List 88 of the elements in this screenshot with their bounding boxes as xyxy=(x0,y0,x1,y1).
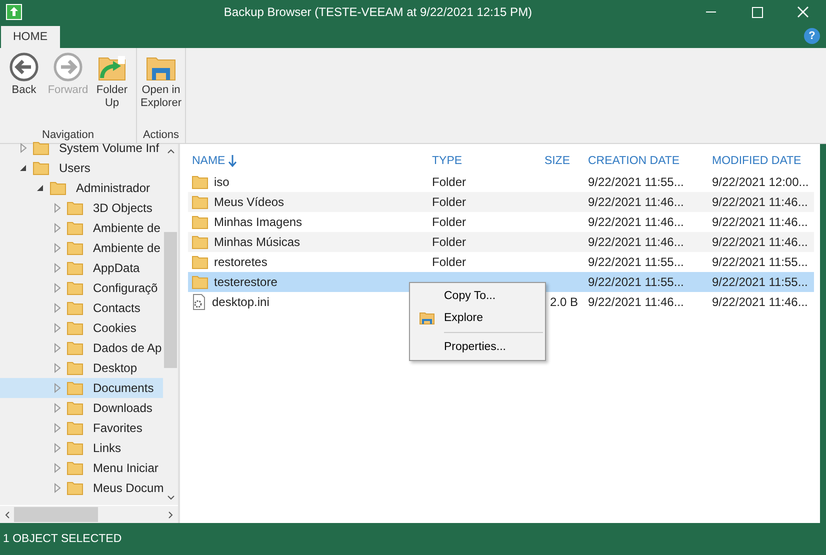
window-title: Backup Browser (TESTE-VEEAM at 9/22/2021 12:15 PM) xyxy=(222,5,534,19)
name-cell: restoretes xyxy=(188,252,428,272)
folder-icon xyxy=(67,201,83,215)
folder-icon xyxy=(67,381,83,395)
tree-item[interactable]: 3D Objects xyxy=(0,198,163,218)
type-cell-text: Folder xyxy=(431,194,468,211)
type-cell-text: Folder xyxy=(431,234,468,251)
date-cell-text: 9/22/2021 11:46... xyxy=(587,234,685,251)
tree-item[interactable]: Downloads xyxy=(0,398,163,418)
folder-icon xyxy=(67,481,83,495)
group-label: Actions xyxy=(142,129,180,143)
tree-item[interactable]: AppData xyxy=(0,258,163,278)
status-text: 1 OBJECT SELECTED xyxy=(2,532,123,547)
folder-icon xyxy=(67,241,83,255)
type-cell-text: Folder xyxy=(431,174,468,191)
folder-icon xyxy=(192,215,208,229)
folder-icon xyxy=(67,301,83,315)
date-cell-text: 9/22/2021 11:46... xyxy=(587,214,685,231)
column-header[interactable]: MODIFIED DATE xyxy=(708,150,814,172)
folder-icon xyxy=(67,401,83,415)
folder-icon xyxy=(67,341,83,355)
tree-item[interactable]: Users xyxy=(0,158,163,178)
column-header[interactable]: NAME xyxy=(188,150,428,172)
folder-icon xyxy=(192,195,208,209)
settings-file-icon xyxy=(192,294,206,310)
name-cell: iso xyxy=(188,172,428,192)
folder-icon xyxy=(67,421,83,435)
table-row[interactable]: Meus Vídeos Folder 9/22/2021 11:46... 9/22/2021 11:46... xyxy=(188,192,814,212)
tree-item[interactable]: Ambiente de xyxy=(0,238,163,258)
menu-item[interactable]: Explore xyxy=(410,307,545,329)
folder-icon xyxy=(67,261,83,275)
tree-item[interactable]: Menu Iniciar xyxy=(0,458,163,478)
date-cell-text: 9/22/2021 11:46... xyxy=(711,294,809,311)
folder-icon xyxy=(192,255,208,269)
date-cell-text: 9/22/2021 11:55... xyxy=(711,274,809,291)
folder-icon xyxy=(67,281,83,295)
folder-icon xyxy=(67,461,83,475)
column-header[interactable]: SIZE xyxy=(524,150,584,172)
tree-item[interactable]: Administrador xyxy=(0,178,163,198)
back-button[interactable]: Back xyxy=(3,52,45,129)
size-cell-text: 2.0 B xyxy=(548,294,579,311)
date-cell-text: 9/22/2021 12:00... xyxy=(711,174,810,191)
folder-icon xyxy=(192,235,208,249)
menu-item[interactable]: Copy To... xyxy=(410,285,545,307)
date-cell-text: 9/22/2021 11:55... xyxy=(587,274,685,291)
column-header[interactable]: TYPE xyxy=(428,150,524,172)
folder-icon xyxy=(33,141,49,155)
date-cell-text: 9/22/2021 11:55... xyxy=(711,254,809,271)
folder-icon xyxy=(67,221,83,235)
column-header[interactable]: CREATION DATE xyxy=(584,150,708,172)
tree-item[interactable]: Meus Docum xyxy=(0,478,163,498)
type-cell-text: Folder xyxy=(431,214,468,231)
date-cell-text: 9/22/2021 11:46... xyxy=(587,194,685,211)
group-label: Navigation xyxy=(41,129,95,143)
ribbon-tab[interactable]: HOME xyxy=(1,26,60,48)
type-cell-text: Folder xyxy=(431,254,468,271)
date-cell-text: 9/22/2021 11:46... xyxy=(711,214,809,231)
horizontal-scrollbar[interactable] xyxy=(0,505,178,523)
name-cell: Minhas Imagens xyxy=(188,212,428,232)
tree-item[interactable]: Cookies xyxy=(0,318,163,338)
tree-item[interactable]: Favorites xyxy=(0,418,163,438)
date-cell-text: 9/22/2021 11:46... xyxy=(711,234,809,251)
date-cell-text: 9/22/2021 11:46... xyxy=(711,194,809,211)
tree-item[interactable]: Documents xyxy=(0,378,163,398)
open-explorer-button[interactable]: Open in Explorer xyxy=(140,52,182,129)
table-row[interactable]: Minhas Músicas Folder 9/22/2021 11:46... 9/22/2021 11:46... xyxy=(188,232,814,252)
folder-icon xyxy=(67,321,83,335)
folder-icon xyxy=(192,275,208,289)
folder-icon xyxy=(192,175,208,189)
tree-item[interactable]: Ambiente de xyxy=(0,218,163,238)
collapsed-triangle-icon[interactable] xyxy=(18,143,28,153)
date-cell-text: 9/22/2021 11:55... xyxy=(587,174,685,191)
folder-icon xyxy=(67,361,83,375)
tree-item[interactable]: Desktop xyxy=(0,358,163,378)
name-cell: Minhas Músicas xyxy=(188,232,428,252)
tree-item[interactable]: Dados de Ap xyxy=(0,338,163,358)
folder-icon xyxy=(67,441,83,455)
app-icon xyxy=(6,4,22,20)
folder-up-button[interactable]: Folder Up xyxy=(91,52,133,129)
tree-item[interactable]: Configuraçõ xyxy=(0,278,163,298)
date-cell-text: 9/22/2021 11:46... xyxy=(587,294,685,311)
folder-icon xyxy=(33,161,49,175)
folder-icon xyxy=(50,181,66,195)
date-cell-text: 9/22/2021 11:55... xyxy=(587,254,685,271)
name-cell: Meus Vídeos xyxy=(188,192,428,212)
tree-item[interactable]: Links xyxy=(0,438,163,458)
menu-item[interactable]: Properties... xyxy=(410,336,545,358)
tree-item[interactable]: Contacts xyxy=(0,298,163,318)
